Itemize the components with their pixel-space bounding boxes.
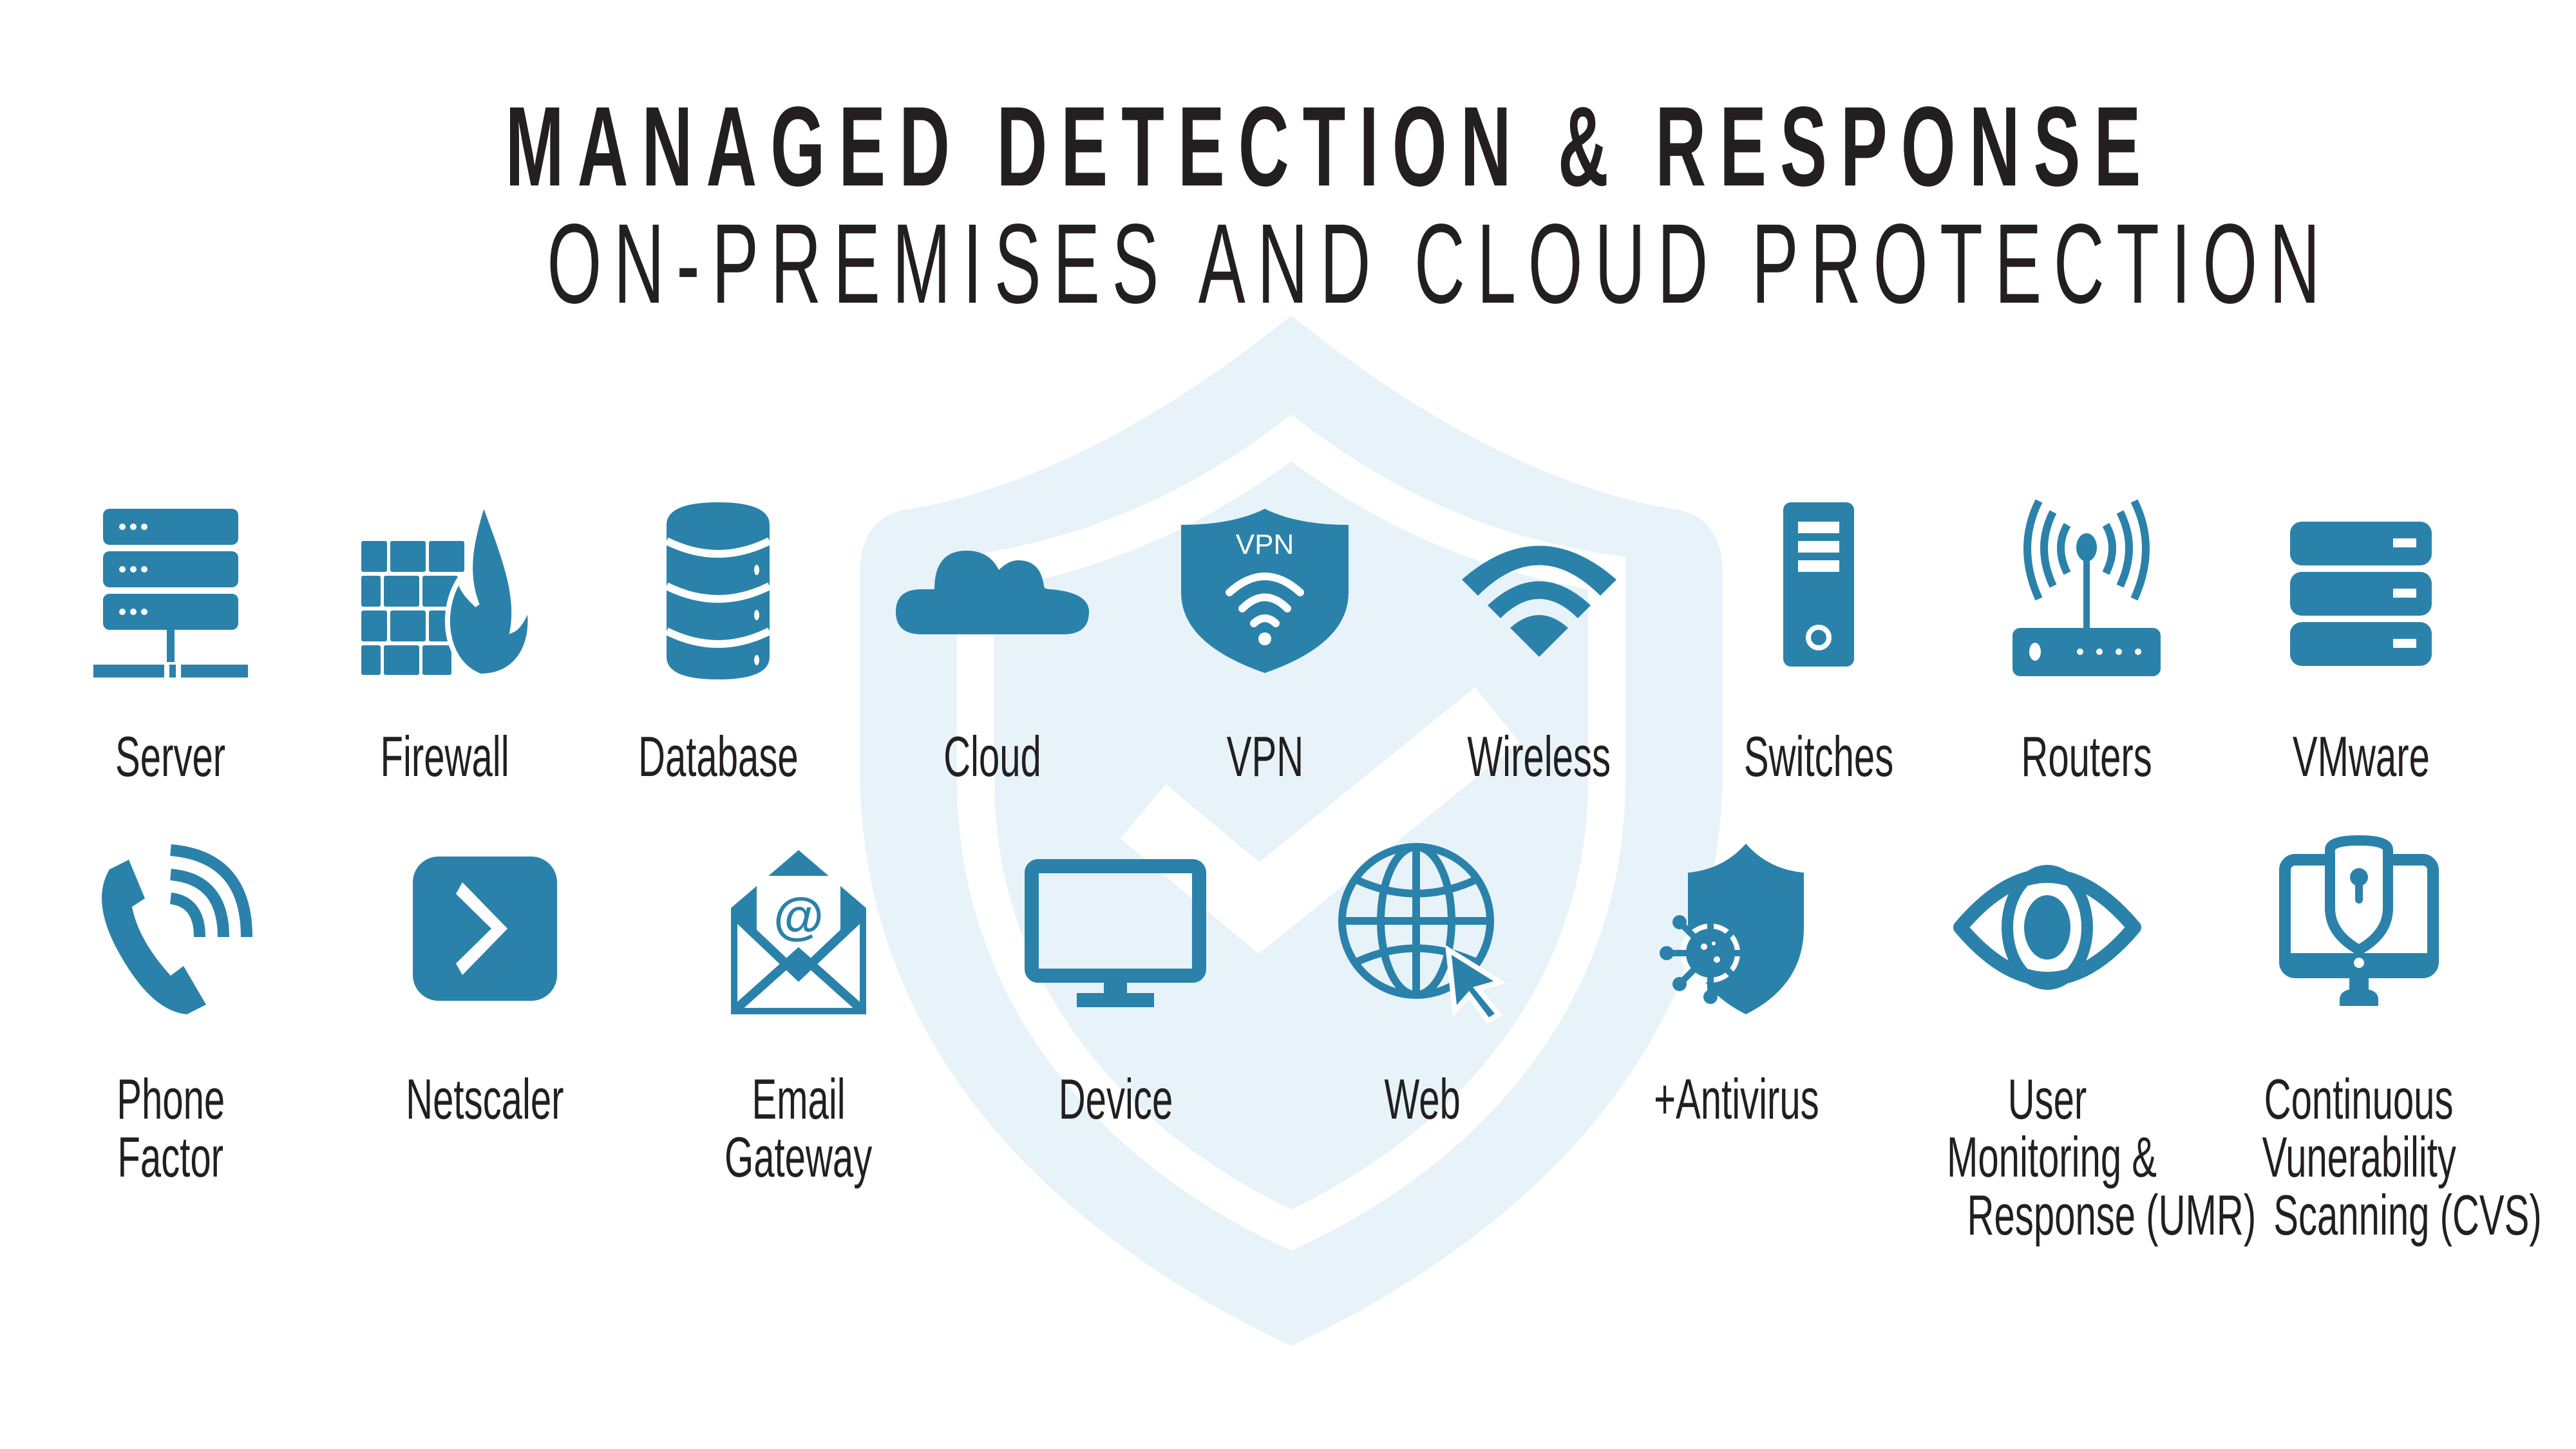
feature-label-line: VMware [2292, 724, 2430, 788]
feature-label-line: Phone [117, 1067, 225, 1131]
monitor-shield-lock-icon [2279, 835, 2439, 1006]
feature-label-line: Server [115, 724, 226, 788]
feature-device: Device [961, 831, 1270, 1128]
feature-web: Web [1268, 831, 1577, 1128]
wifi-icon [1462, 545, 1616, 657]
eye-icon [1953, 865, 2141, 990]
feature-label: Firewall [290, 728, 600, 786]
feature-database: Database [564, 496, 873, 786]
feature-label: Netscaler [330, 1070, 639, 1128]
vpn-shield-icon: VPN [1181, 509, 1349, 673]
feature-label-line: Web [1384, 1067, 1461, 1131]
email-icon: @ [731, 850, 866, 1014]
feature-label-line: Vunerability [2262, 1125, 2456, 1189]
switch-tower-icon [1783, 502, 1854, 667]
feature-label-line: Device [1058, 1067, 1173, 1131]
feature-label-line: Continuous [2264, 1067, 2454, 1131]
netscaler-chevron-icon [413, 857, 557, 1001]
feature-label: +Antivirus [1582, 1070, 1891, 1128]
feature-label: Web [1268, 1070, 1577, 1128]
feature-label: Database [564, 728, 873, 786]
feature-vmware: VMware [2206, 496, 2515, 786]
feature-antivirus: +Antivirus [1582, 831, 1891, 1128]
feature-label: Continuous Vunerability Scanning (CVS) [2204, 1067, 2541, 1244]
feature-label-line: Email [752, 1067, 846, 1131]
feature-server: Server [16, 496, 325, 786]
feature-label: Switches [1664, 728, 1973, 786]
feature-routers: Routers [1932, 496, 2241, 786]
monitor-icon [1025, 859, 1206, 1007]
cloud-icon [896, 551, 1089, 634]
feature-label: VMware [2206, 728, 2515, 786]
feature-label-line: Wireless [1467, 724, 1611, 788]
firewall-icon [361, 496, 533, 679]
feature-label-line: Cloud [943, 724, 1041, 788]
feature-label: Phone Factor [16, 1070, 325, 1186]
page-title: MANAGED DETECTION & RESPONSE [0, 90, 2576, 204]
vpn-badge-text: VPN [1236, 529, 1294, 560]
globe-cursor-icon [1338, 843, 1506, 1024]
router-icon [2012, 499, 2161, 676]
database-icon [665, 502, 772, 679]
feature-label: Device [961, 1070, 1270, 1128]
feature-wireless: Wireless [1385, 496, 1694, 786]
feature-label: Cloud [838, 728, 1147, 786]
feature-label: User Monitoring & Response (UMR) [1893, 1067, 2256, 1244]
feature-label-line: Factor [117, 1125, 224, 1189]
feature-label-line: Gateway [724, 1125, 873, 1189]
feature-label-line: Firewall [380, 724, 510, 788]
feature-phone-factor: Phone Factor [16, 831, 325, 1186]
page-subtitle: ON-PREMISES AND CLOUD PROTECTION [0, 207, 2576, 321]
feature-label: Wireless [1385, 728, 1694, 786]
feature-label-line: Scanning (CVS) [2273, 1183, 2542, 1247]
feature-label-line: +Antivirus [1653, 1067, 1819, 1131]
feature-label-line: Routers [2021, 724, 2152, 788]
email-at-sign: @ [773, 887, 824, 945]
page-title-text: MANAGED DETECTION & RESPONSE [505, 84, 2155, 210]
page-subtitle-text: ON-PREMISES AND CLOUD PROTECTION [547, 201, 2333, 327]
feature-label-line: Netscaler [406, 1067, 564, 1131]
feature-switches: Switches [1664, 496, 1973, 786]
feature-label: Routers [1932, 728, 2241, 786]
feature-cvs: Continuous Vunerability Scanning (CVS) [2204, 831, 2542, 1244]
server-stack-icon [2290, 522, 2432, 666]
server-icon [93, 509, 248, 677]
feature-label-line: Switches [1743, 724, 1894, 788]
feature-firewall: Firewall [290, 496, 600, 786]
feature-label: VPN [1110, 728, 1419, 786]
feature-label: Email Gateway [644, 1070, 953, 1186]
feature-label-line: User [2007, 1067, 2087, 1131]
phone-icon [102, 844, 252, 1014]
feature-cloud: Cloud [838, 496, 1147, 786]
feature-label: Server [16, 728, 325, 786]
feature-email-gateway: @ Email Gateway [644, 831, 953, 1186]
feature-label-line: Database [638, 724, 799, 788]
feature-vpn: VPN VPN [1110, 496, 1419, 786]
antivirus-shield-icon [1660, 844, 1804, 1014]
feature-netscaler: Netscaler [330, 831, 639, 1128]
feature-label-line: VPN [1226, 724, 1303, 788]
feature-label-line: Monitoring & [1946, 1125, 2157, 1189]
feature-umr: User Monitoring & Response (UMR) [1893, 831, 2256, 1244]
